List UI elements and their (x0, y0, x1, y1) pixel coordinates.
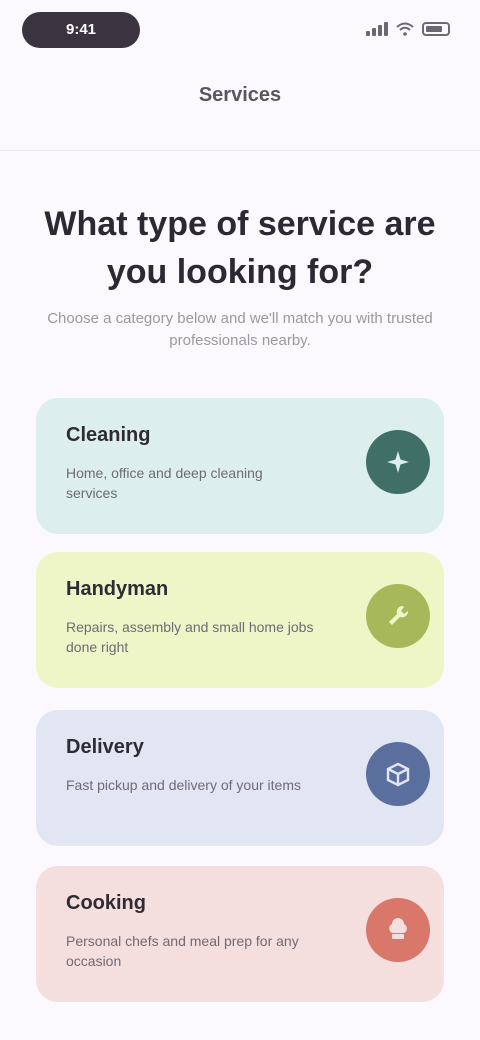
page-title: Services (198, 84, 282, 106)
chef-hat-icon (366, 898, 430, 962)
status-bar: 9:41 (0, 0, 480, 64)
service-card-handyman[interactable]: Handyman Repairs, assembly and small hom… (36, 552, 444, 688)
service-card-delivery[interactable]: Delivery Fast pickup and delivery of you… (36, 710, 444, 846)
card-description: Personal chefs and meal prep for any occ… (66, 933, 299, 969)
sparkle-icon (366, 430, 430, 494)
header-divider (0, 150, 480, 151)
wifi-icon (396, 22, 414, 36)
main-heading: What type of service are you looking for… (44, 205, 436, 291)
box-icon (366, 742, 430, 806)
wrench-icon (366, 584, 430, 648)
service-card-cooking[interactable]: Cooking Personal chefs and meal prep for… (36, 866, 444, 1002)
signal-icon (366, 22, 388, 36)
status-icons (366, 22, 450, 36)
card-description: Repairs, assembly and small home jobs do… (66, 619, 314, 655)
battery-icon (422, 22, 450, 36)
service-card-cleaning[interactable]: Cleaning Home, office and deep cleaning … (36, 398, 444, 534)
subheading: Choose a category below and we'll match … (47, 310, 433, 349)
card-description: Home, office and deep cleaning services (66, 465, 263, 501)
status-time: 9:41 (22, 12, 140, 48)
card-description: Fast pickup and delivery of your items (66, 777, 301, 793)
